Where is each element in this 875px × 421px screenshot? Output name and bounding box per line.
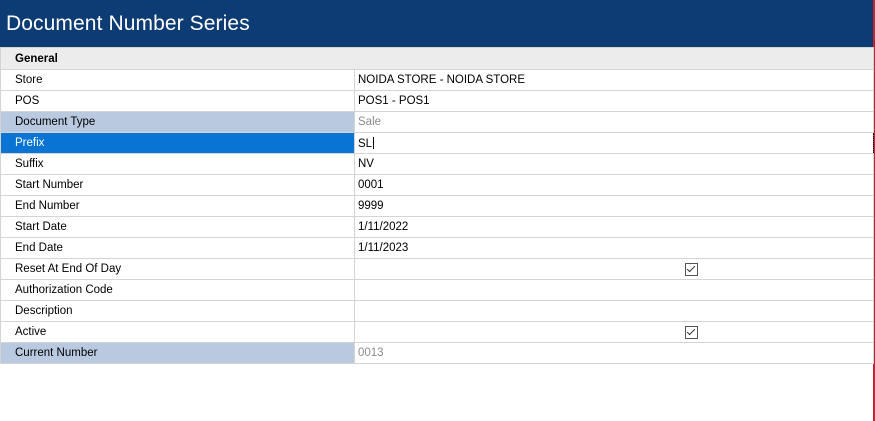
section-header-general[interactable]: General [0, 47, 875, 70]
row-end-number[interactable]: End Number 9999 [0, 195, 875, 217]
description-label: Description [0, 300, 355, 322]
end-number-label: End Number [0, 195, 355, 217]
end-date-value[interactable]: 1/11/2023 [353, 237, 875, 259]
title-bar: Document Number Series [0, 0, 875, 47]
row-description[interactable]: Description [0, 300, 875, 322]
active-cell[interactable] [353, 321, 875, 343]
start-number-value[interactable]: 0001 [353, 174, 875, 196]
pos-value[interactable]: POS1 - POS1 [353, 90, 875, 112]
property-grid: General Store NOIDA STORE - NOIDA STORE … [0, 47, 875, 364]
row-start-number[interactable]: Start Number 0001 [0, 174, 875, 196]
start-number-label: Start Number [0, 174, 355, 196]
suffix-value[interactable]: NV [353, 153, 875, 175]
store-value[interactable]: NOIDA STORE - NOIDA STORE [353, 69, 875, 91]
row-active[interactable]: Active [0, 321, 875, 343]
end-number-value[interactable]: 9999 [353, 195, 875, 217]
prefix-text: SL [358, 137, 373, 150]
reset-at-end-of-day-checkbox[interactable] [685, 262, 698, 276]
row-document-type: Document Type Sale [0, 111, 875, 133]
window-title: Document Number Series [6, 11, 250, 35]
document-type-label: Document Type [0, 111, 355, 133]
start-date-value[interactable]: 1/11/2022 [353, 216, 875, 238]
store-label: Store [0, 69, 355, 91]
text-caret [373, 136, 375, 149]
row-pos[interactable]: POS POS1 - POS1 [0, 90, 875, 112]
suffix-label: Suffix [0, 153, 355, 175]
row-end-date[interactable]: End Date 1/11/2023 [0, 237, 875, 259]
row-prefix[interactable]: Prefix SL [0, 132, 875, 154]
current-number-label: Current Number [0, 342, 355, 364]
active-label: Active [0, 321, 355, 343]
row-start-date[interactable]: Start Date 1/11/2022 [0, 216, 875, 238]
prefix-label: Prefix [0, 132, 355, 154]
start-date-label: Start Date [0, 216, 355, 238]
document-type-value: Sale [353, 111, 875, 133]
pos-label: POS [0, 90, 355, 112]
section-label: General [0, 47, 875, 70]
row-current-number: Current Number 0013 [0, 342, 875, 364]
reset-at-end-of-day-cell[interactable] [353, 258, 875, 280]
row-authorization-code[interactable]: Authorization Code [0, 279, 875, 301]
active-checkbox[interactable] [685, 325, 698, 339]
authorization-code-value[interactable] [353, 279, 875, 301]
row-reset-at-end-of-day[interactable]: Reset At End Of Day [0, 258, 875, 280]
authorization-code-label: Authorization Code [0, 279, 355, 301]
row-store[interactable]: Store NOIDA STORE - NOIDA STORE [0, 69, 875, 91]
row-suffix[interactable]: Suffix NV [0, 153, 875, 175]
end-date-label: End Date [0, 237, 355, 259]
reset-at-end-of-day-label: Reset At End Of Day [0, 258, 355, 280]
prefix-input[interactable]: SL [353, 132, 875, 154]
current-number-value: 0013 [353, 342, 875, 364]
description-value[interactable] [353, 300, 875, 322]
